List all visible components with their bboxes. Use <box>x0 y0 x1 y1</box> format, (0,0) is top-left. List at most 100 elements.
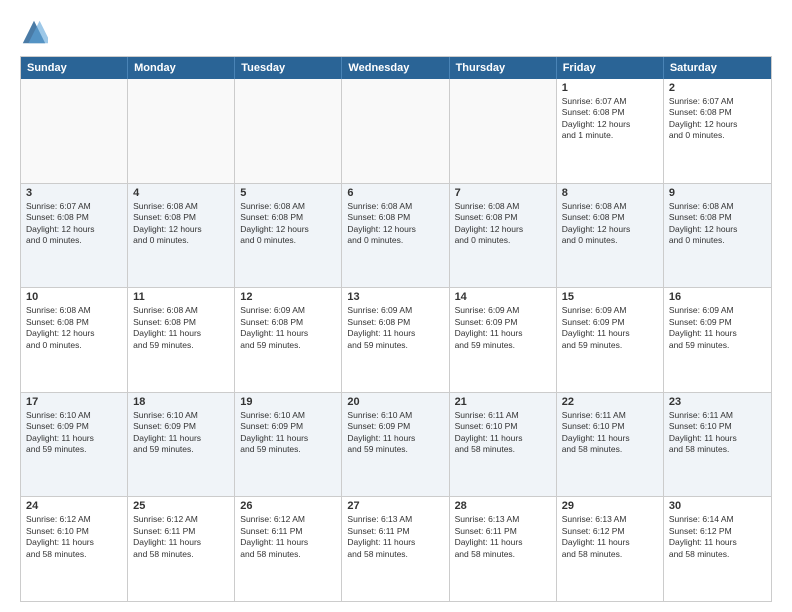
day-info: Sunrise: 6:08 AM Sunset: 6:08 PM Dayligh… <box>562 201 658 247</box>
day-info: Sunrise: 6:07 AM Sunset: 6:08 PM Dayligh… <box>562 96 658 142</box>
empty-cell <box>342 79 449 183</box>
day-cell-18: 18 Sunrise: 6:10 AM Sunset: 6:09 PM Dayli… <box>128 393 235 497</box>
day-cell-21: 21Sunrise: 6:11 AM Sunset: 6:10 PM Dayli… <box>450 393 557 497</box>
calendar-header: SundayMondayTuesdayWednesdayThursdayFrid… <box>21 57 771 79</box>
day-info: Sunrise: 6:07 AM Sunset: 6:08 PM Dayligh… <box>26 201 122 247</box>
day-info: Sunrise: 6:12 AM Sunset: 6:11 PM Dayligh… <box>133 514 229 560</box>
empty-cell <box>128 79 235 183</box>
day-info: Sunrise: 6:09 AM Sunset: 6:09 PM Dayligh… <box>669 305 766 351</box>
day-info: Sunrise: 6:13 AM Sunset: 6:11 PM Dayligh… <box>455 514 551 560</box>
day-cell-26: 26 Sunrise: 6:12 AM Sunset: 6:11 PM Dayli… <box>235 497 342 601</box>
day-cell-20: 20 Sunrise: 6:10 AM Sunset: 6:09 PM Dayli… <box>342 393 449 497</box>
day-info: Sunrise: 6:10 AM Sunset: 6:09 PM Dayligh… <box>133 410 229 456</box>
day-info: Sunrise: 6:09 AM Sunset: 6:08 PM Dayligh… <box>347 305 443 351</box>
day-cell-13: 13Sunrise: 6:09 AM Sunset: 6:08 PM Dayli… <box>342 288 449 392</box>
day-cell-5: 5 Sunrise: 6:08 AM Sunset: 6:08 PM Daylig… <box>235 184 342 288</box>
day-cell-1: 1 Sunrise: 6:07 AM Sunset: 6:08 PM Daylig… <box>557 79 664 183</box>
day-number: 16 <box>669 291 766 303</box>
day-cell-22: 22 Sunrise: 6:11 AM Sunset: 6:10 PM Dayli… <box>557 393 664 497</box>
day-cell-11: 11Sunrise: 6:08 AM Sunset: 6:08 PM Dayli… <box>128 288 235 392</box>
day-info: Sunrise: 6:10 AM Sunset: 6:09 PM Dayligh… <box>347 410 443 456</box>
calendar-row-4: 17 Sunrise: 6:10 AM Sunset: 6:09 PM Dayli… <box>21 392 771 497</box>
logo <box>20 18 52 46</box>
day-cell-3: 3 Sunrise: 6:07 AM Sunset: 6:08 PM Daylig… <box>21 184 128 288</box>
day-cell-4: 4 Sunrise: 6:08 AM Sunset: 6:08 PM Daylig… <box>128 184 235 288</box>
day-number: 20 <box>347 396 443 408</box>
day-number: 2 <box>669 82 766 94</box>
calendar-row-5: 24 Sunrise: 6:12 AM Sunset: 6:10 PM Dayli… <box>21 496 771 601</box>
day-info: Sunrise: 6:08 AM Sunset: 6:08 PM Dayligh… <box>26 305 122 351</box>
day-cell-12: 12 Sunrise: 6:09 AM Sunset: 6:08 PM Dayli… <box>235 288 342 392</box>
day-number: 30 <box>669 500 766 512</box>
day-number: 17 <box>26 396 122 408</box>
header-day-friday: Friday <box>557 57 664 79</box>
day-info: Sunrise: 6:11 AM Sunset: 6:10 PM Dayligh… <box>562 410 658 456</box>
day-cell-8: 8 Sunrise: 6:08 AM Sunset: 6:08 PM Daylig… <box>557 184 664 288</box>
day-cell-6: 6 Sunrise: 6:08 AM Sunset: 6:08 PM Daylig… <box>342 184 449 288</box>
day-number: 15 <box>562 291 658 303</box>
day-cell-19: 19Sunrise: 6:10 AM Sunset: 6:09 PM Dayli… <box>235 393 342 497</box>
day-cell-23: 23 Sunrise: 6:11 AM Sunset: 6:10 PM Dayli… <box>664 393 771 497</box>
day-cell-24: 24 Sunrise: 6:12 AM Sunset: 6:10 PM Dayli… <box>21 497 128 601</box>
day-cell-15: 15 Sunrise: 6:09 AM Sunset: 6:09 PM Dayli… <box>557 288 664 392</box>
day-number: 3 <box>26 187 122 199</box>
day-cell-29: 29Sunrise: 6:13 AM Sunset: 6:12 PM Dayli… <box>557 497 664 601</box>
logo-icon <box>20 18 48 46</box>
day-cell-25: 25 Sunrise: 6:12 AM Sunset: 6:11 PM Dayli… <box>128 497 235 601</box>
day-cell-28: 28 Sunrise: 6:13 AM Sunset: 6:11 PM Dayli… <box>450 497 557 601</box>
header-day-thursday: Thursday <box>450 57 557 79</box>
calendar-body: 1 Sunrise: 6:07 AM Sunset: 6:08 PM Daylig… <box>21 79 771 601</box>
day-number: 9 <box>669 187 766 199</box>
header-day-saturday: Saturday <box>664 57 771 79</box>
day-number: 19 <box>240 396 336 408</box>
day-number: 7 <box>455 187 551 199</box>
day-number: 1 <box>562 82 658 94</box>
day-cell-14: 14 Sunrise: 6:09 AM Sunset: 6:09 PM Dayli… <box>450 288 557 392</box>
day-info: Sunrise: 6:11 AM Sunset: 6:10 PM Dayligh… <box>669 410 766 456</box>
day-info: Sunrise: 6:09 AM Sunset: 6:08 PM Dayligh… <box>240 305 336 351</box>
day-number: 14 <box>455 291 551 303</box>
day-info: Sunrise: 6:12 AM Sunset: 6:11 PM Dayligh… <box>240 514 336 560</box>
day-number: 28 <box>455 500 551 512</box>
day-number: 12 <box>240 291 336 303</box>
day-number: 6 <box>347 187 443 199</box>
day-info: Sunrise: 6:12 AM Sunset: 6:10 PM Dayligh… <box>26 514 122 560</box>
header-day-wednesday: Wednesday <box>342 57 449 79</box>
day-number: 10 <box>26 291 122 303</box>
day-cell-2: 2Sunrise: 6:07 AM Sunset: 6:08 PM Daylig… <box>664 79 771 183</box>
empty-cell <box>450 79 557 183</box>
calendar: SundayMondayTuesdayWednesdayThursdayFrid… <box>20 56 772 602</box>
day-number: 22 <box>562 396 658 408</box>
day-number: 27 <box>347 500 443 512</box>
day-cell-10: 10 Sunrise: 6:08 AM Sunset: 6:08 PM Dayli… <box>21 288 128 392</box>
day-number: 5 <box>240 187 336 199</box>
day-info: Sunrise: 6:08 AM Sunset: 6:08 PM Dayligh… <box>669 201 766 247</box>
day-cell-7: 7 Sunrise: 6:08 AM Sunset: 6:08 PM Daylig… <box>450 184 557 288</box>
day-info: Sunrise: 6:10 AM Sunset: 6:09 PM Dayligh… <box>26 410 122 456</box>
empty-cell <box>21 79 128 183</box>
day-info: Sunrise: 6:08 AM Sunset: 6:08 PM Dayligh… <box>455 201 551 247</box>
day-number: 26 <box>240 500 336 512</box>
day-info: Sunrise: 6:08 AM Sunset: 6:08 PM Dayligh… <box>133 201 229 247</box>
day-info: Sunrise: 6:09 AM Sunset: 6:09 PM Dayligh… <box>455 305 551 351</box>
day-info: Sunrise: 6:14 AM Sunset: 6:12 PM Dayligh… <box>669 514 766 560</box>
day-number: 18 <box>133 396 229 408</box>
calendar-row-3: 10 Sunrise: 6:08 AM Sunset: 6:08 PM Dayli… <box>21 287 771 392</box>
day-number: 24 <box>26 500 122 512</box>
day-cell-16: 16 Sunrise: 6:09 AM Sunset: 6:09 PM Dayli… <box>664 288 771 392</box>
day-cell-30: 30 Sunrise: 6:14 AM Sunset: 6:12 PM Dayli… <box>664 497 771 601</box>
day-number: 4 <box>133 187 229 199</box>
page: SundayMondayTuesdayWednesdayThursdayFrid… <box>0 0 792 612</box>
day-info: Sunrise: 6:08 AM Sunset: 6:08 PM Dayligh… <box>347 201 443 247</box>
day-number: 8 <box>562 187 658 199</box>
day-number: 25 <box>133 500 229 512</box>
calendar-row-2: 3 Sunrise: 6:07 AM Sunset: 6:08 PM Daylig… <box>21 183 771 288</box>
day-info: Sunrise: 6:09 AM Sunset: 6:09 PM Dayligh… <box>562 305 658 351</box>
day-cell-9: 9 Sunrise: 6:08 AM Sunset: 6:08 PM Daylig… <box>664 184 771 288</box>
calendar-row-1: 1 Sunrise: 6:07 AM Sunset: 6:08 PM Daylig… <box>21 79 771 183</box>
header-day-tuesday: Tuesday <box>235 57 342 79</box>
day-cell-17: 17 Sunrise: 6:10 AM Sunset: 6:09 PM Dayli… <box>21 393 128 497</box>
day-number: 11 <box>133 291 229 303</box>
day-info: Sunrise: 6:08 AM Sunset: 6:08 PM Dayligh… <box>240 201 336 247</box>
day-number: 23 <box>669 396 766 408</box>
